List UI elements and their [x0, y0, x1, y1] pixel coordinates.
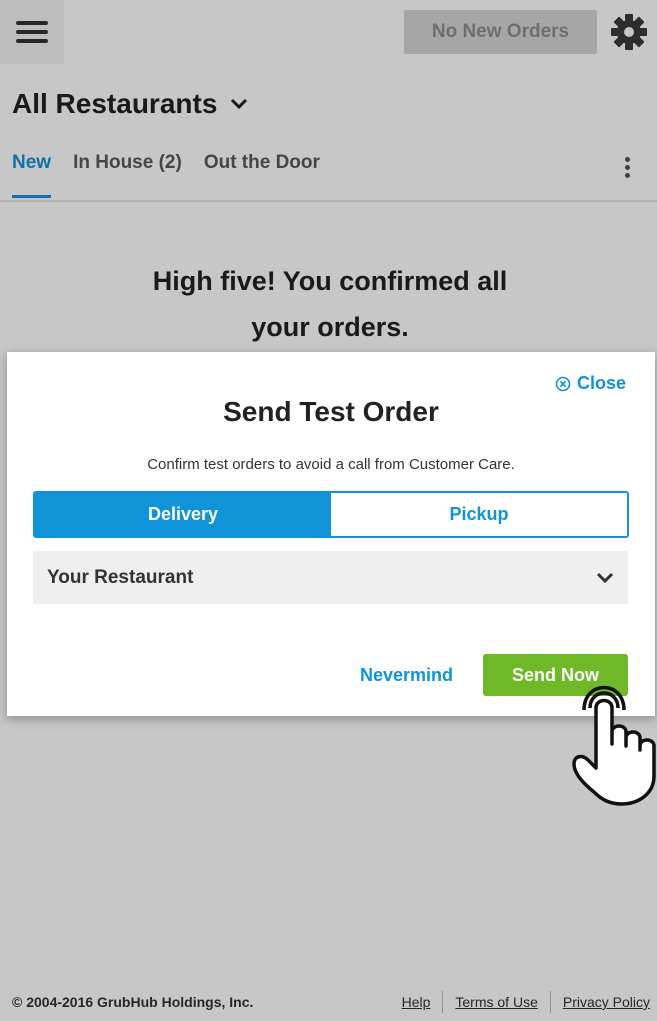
order-type-toggle: Delivery Pickup [33, 491, 629, 538]
dialog-subtitle: Confirm test orders to avoid a call from… [147, 456, 515, 473]
hand-pointer-icon [572, 685, 656, 806]
close-button[interactable]: Close [555, 373, 626, 394]
chevron-down-icon [596, 572, 614, 583]
dialog-title: Send Test Order [223, 396, 439, 427]
close-label: Close [577, 373, 627, 393]
send-test-order-dialog: Close Send Test Order Confirm test order… [7, 352, 655, 716]
delivery-option[interactable]: Delivery [35, 493, 331, 536]
pickup-option[interactable]: Pickup [331, 493, 627, 536]
close-circle-icon [555, 376, 571, 391]
nevermind-button[interactable]: Nevermind [360, 665, 453, 686]
restaurant-dropdown[interactable]: Your Restaurant [33, 551, 628, 604]
restaurant-dropdown-value: Your Restaurant [47, 566, 194, 588]
